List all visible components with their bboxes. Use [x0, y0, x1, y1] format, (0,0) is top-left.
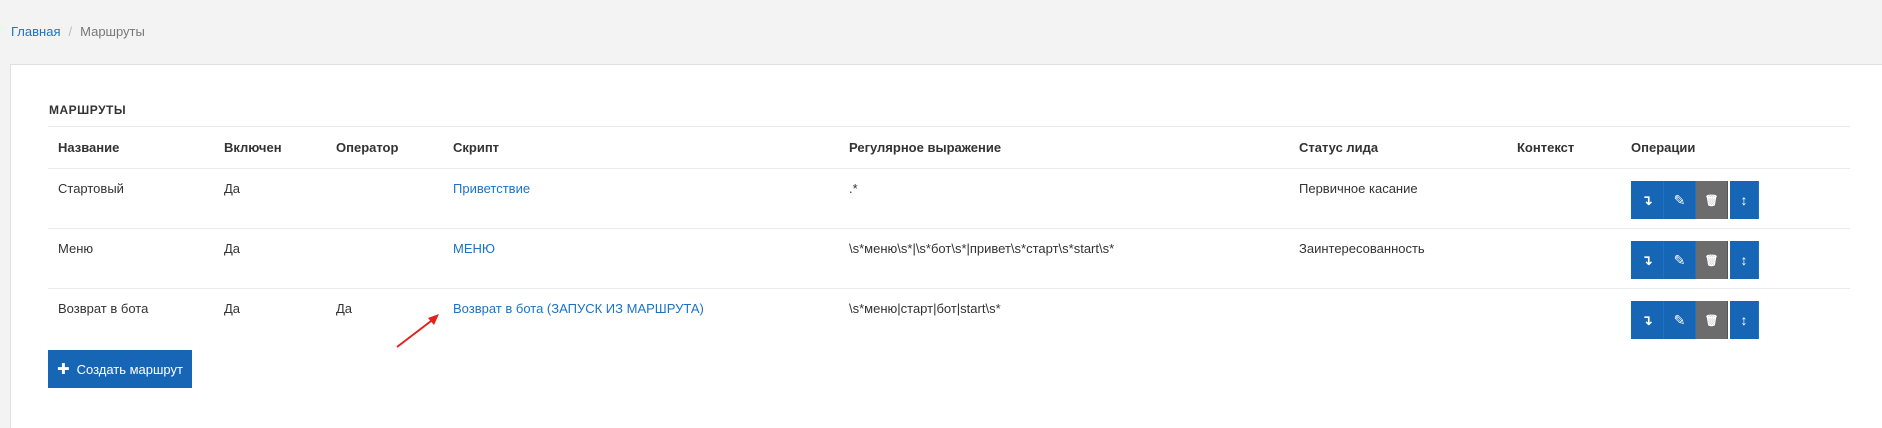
create-route-button[interactable]: ✚ Создать маршрут [48, 350, 192, 388]
edit-button[interactable]: ✎ [1664, 301, 1696, 339]
sort-icon: ↕ [1740, 192, 1748, 208]
table-header-row: Название Включен Оператор Скрипт Регуляр… [48, 126, 1850, 169]
trash-icon: 🗑 [1704, 254, 1719, 267]
cell-context [1507, 289, 1621, 349]
header-enabled[interactable]: Включен [214, 126, 326, 169]
breadcrumb-current: Маршруты [80, 24, 145, 39]
cell-script-link[interactable]: Возврат в бота (ЗАПУСК ИЗ МАРШРУТА) [453, 301, 704, 316]
cell-lead-status [1289, 289, 1507, 349]
sort-icon: ↕ [1740, 312, 1748, 328]
panel-title: МАРШРУТЫ [49, 103, 127, 117]
cell-enabled: Да [224, 301, 241, 316]
routes-panel: МАРШРУТЫ Название Включен Оператор Скрип… [10, 64, 1882, 428]
move-down-button[interactable]: ↴ [1631, 241, 1664, 279]
header-operator[interactable]: Оператор [326, 126, 443, 169]
header-script[interactable]: Скрипт [443, 126, 839, 169]
cell-script: Приветствие [443, 168, 839, 229]
edit-icon: ✎ [1673, 191, 1686, 208]
header-context[interactable]: Контекст [1507, 126, 1621, 169]
delete-button[interactable]: 🗑 [1696, 241, 1728, 279]
annotation-arrow-icon [396, 314, 439, 348]
cell-script-link[interactable]: Приветствие [453, 181, 530, 196]
move-down-button[interactable]: ↴ [1631, 301, 1664, 339]
breadcrumb-separator: / [68, 24, 73, 39]
move-down-icon: ↴ [1641, 251, 1653, 268]
header-name[interactable]: Название [48, 126, 214, 169]
cell-script-link[interactable]: МЕНЮ [453, 241, 495, 256]
cell-operations: ↴ ✎ 🗑 ↕ [1621, 228, 1850, 289]
sort-icon: ↕ [1740, 252, 1748, 268]
sort-button[interactable]: ↕ [1730, 241, 1759, 279]
cell-enabled: Да [214, 228, 326, 289]
sort-button[interactable]: ↕ [1730, 301, 1759, 339]
cell-name: Меню [48, 228, 214, 289]
cell-name: Стартовый [48, 168, 214, 229]
table-row: Стартовый Да Приветствие .* Первичное касани… [48, 168, 1850, 229]
cell-context [1507, 228, 1621, 289]
delete-button[interactable]: 🗑 [1696, 301, 1728, 339]
plus-icon: ✚ [57, 361, 70, 378]
move-down-icon: ↴ [1641, 311, 1653, 328]
header-operations: Операции [1621, 126, 1850, 169]
cell-regex: \s*меню\s*|\s*бот\s*|привет\s*старт\s*st… [839, 228, 1289, 289]
operations-group: ↴ ✎ 🗑 ↕ [1631, 181, 1840, 219]
delete-button[interactable]: 🗑 [1696, 181, 1728, 219]
create-route-label: Создать маршрут [76, 361, 183, 377]
breadcrumb: Главная / Маршруты [11, 24, 145, 39]
cell-operations: ↴ ✎ 🗑 ↕ [1621, 168, 1850, 229]
table-row: Возврат в бота Да Да Возврат в бота (ЗАПУСК… [48, 289, 1850, 349]
edit-button[interactable]: ✎ [1664, 241, 1696, 279]
edit-icon: ✎ [1673, 311, 1686, 328]
edit-button[interactable]: ✎ [1664, 181, 1696, 219]
cell-context [1507, 168, 1621, 229]
trash-icon: 🗑 [1704, 314, 1719, 327]
cell-operator [326, 228, 443, 289]
operations-group: ↴ ✎ 🗑 ↕ [1631, 301, 1840, 339]
cell-enabled: Да [214, 168, 326, 229]
move-down-button[interactable]: ↴ [1631, 181, 1664, 219]
cell-lead-status: Первичное касание [1289, 168, 1507, 229]
routes-table: Название Включен Оператор Скрипт Регуляр… [48, 126, 1850, 349]
cell-script: МЕНЮ [443, 228, 839, 289]
sort-button[interactable]: ↕ [1730, 181, 1759, 219]
cell-name: Возврат в бота [58, 301, 149, 316]
edit-icon: ✎ [1673, 251, 1686, 268]
trash-icon: 🗑 [1704, 194, 1719, 207]
breadcrumb-home-link[interactable]: Главная [11, 24, 60, 39]
table-row: Меню Да МЕНЮ \s*меню\s*|\s*бот\s*|привет\s*… [48, 228, 1850, 289]
cell-script: Возврат в бота (ЗАПУСК ИЗ МАРШРУТА) [443, 289, 839, 349]
header-regex[interactable]: Регулярное выражение [839, 126, 1289, 169]
cell-operations: ↴ ✎ 🗑 ↕ [1621, 289, 1850, 349]
operations-group: ↴ ✎ 🗑 ↕ [1631, 241, 1840, 279]
cell-operator [326, 168, 443, 229]
cell-lead-status: Заинтересованность [1289, 228, 1507, 289]
move-down-icon: ↴ [1641, 191, 1653, 208]
header-lead-status[interactable]: Статус лида [1289, 126, 1507, 169]
cell-regex: \s*меню|старт|бот|start\s* [849, 301, 1001, 316]
cell-regex: .* [839, 168, 1289, 229]
